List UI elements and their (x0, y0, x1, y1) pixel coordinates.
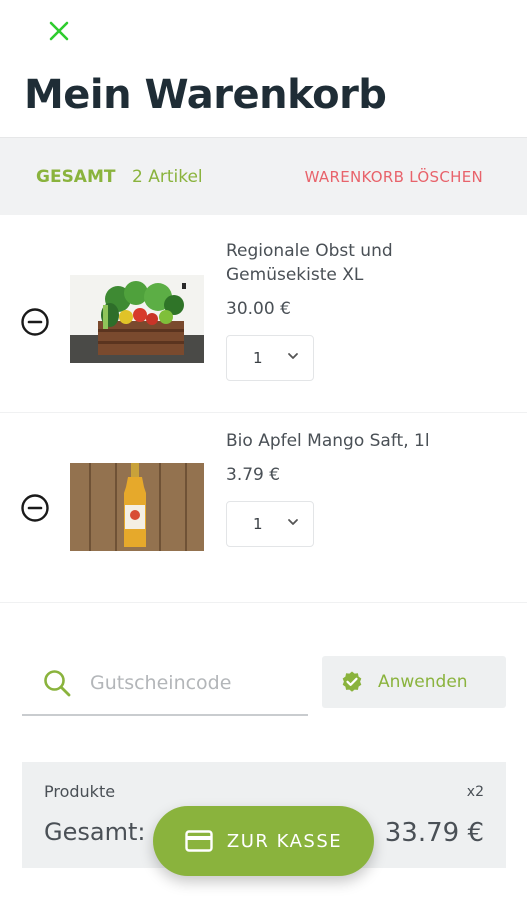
coupon-field (22, 652, 308, 716)
quantity-value: 1 (253, 349, 263, 367)
item-name: Bio Apfel Mango Saft, 1l (226, 431, 430, 451)
minus-circle-icon (21, 308, 49, 336)
quantity-value: 1 (253, 515, 263, 533)
close-button[interactable] (44, 16, 74, 46)
item-price: 3.79 € (226, 465, 281, 485)
cart-summary-bar: GESAMT 2 Artikel WARENKORB LÖSCHEN (0, 137, 527, 215)
total-label: Gesamt: (44, 818, 146, 846)
cart-item: Bio Apfel Mango Saft, 1l 3.79 € 1 (0, 413, 527, 603)
checkout-label: ZUR KASSE (226, 830, 343, 852)
summary-label: GESAMT (36, 166, 116, 187)
remove-item-button[interactable] (20, 493, 50, 523)
apply-coupon-button[interactable]: Anwenden (322, 656, 506, 708)
credit-card-icon (185, 830, 213, 852)
minus-circle-icon (21, 494, 49, 522)
cart-item: Regionale Obst und Gemüsekiste XL 30.00 … (0, 215, 527, 413)
close-icon (49, 21, 69, 41)
page-title: Mein Warenkorb (24, 72, 387, 118)
juice-bottle-photo (70, 463, 204, 551)
products-label: Produkte (44, 782, 116, 801)
apply-label: Anwenden (378, 672, 468, 692)
item-name: Regionale Obst und Gemüsekiste XL (226, 241, 393, 285)
quantity-select[interactable]: 1 (226, 335, 314, 381)
vegetable-crate-photo (70, 275, 204, 363)
total-value: 33.79 € (384, 818, 484, 848)
quantity-select[interactable]: 1 (226, 501, 314, 547)
item-count: 2 Artikel (132, 166, 203, 187)
search-icon (44, 670, 71, 697)
coupon-input[interactable] (90, 666, 300, 700)
item-price: 30.00 € (226, 299, 291, 319)
products-count: x2 (466, 784, 484, 800)
clear-cart-button[interactable]: WARENKORB LÖSCHEN (305, 168, 483, 186)
chevron-down-icon (288, 519, 298, 525)
chevron-down-icon (288, 353, 298, 359)
checkout-button[interactable]: ZUR KASSE (153, 806, 374, 876)
check-badge-icon (342, 671, 362, 692)
remove-item-button[interactable] (20, 307, 50, 337)
